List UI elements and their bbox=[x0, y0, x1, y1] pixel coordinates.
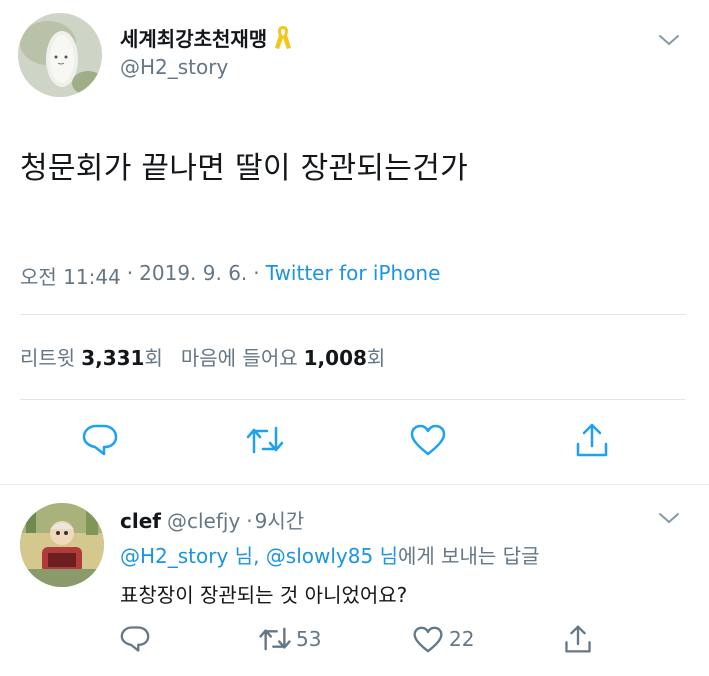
reply-time[interactable]: 9시간 bbox=[255, 505, 305, 534]
retweet-icon bbox=[246, 426, 284, 454]
reply-like-count: 22 bbox=[449, 627, 475, 651]
reply-chevron-down-icon[interactable] bbox=[654, 506, 684, 530]
divider bbox=[20, 314, 686, 315]
heart-icon bbox=[410, 424, 446, 456]
reply-icon bbox=[120, 626, 150, 652]
tweet-source[interactable]: Twitter for iPhone bbox=[266, 261, 441, 290]
reply-author-handle[interactable]: @clefjy bbox=[167, 509, 240, 533]
tweet-meta-row: 오전 11:44 · 2019. 9. 6. · Twitter for iPh… bbox=[20, 261, 440, 290]
retweets-stat[interactable]: 리트윗 3,331 회 bbox=[20, 342, 163, 371]
retweet-icon bbox=[259, 627, 291, 651]
reply-author-name[interactable]: clef bbox=[120, 509, 161, 533]
replying-to-user1[interactable]: @H2_story 님 bbox=[120, 544, 253, 568]
reply-share-button[interactable] bbox=[562, 622, 594, 656]
reply-header-row: clef @clefjy · 9시간 bbox=[120, 505, 304, 534]
tweet-author-name-row: 세계최강초천재맹 bbox=[120, 22, 293, 52]
reply-retweet-button[interactable]: 53 bbox=[258, 624, 321, 654]
share-button[interactable] bbox=[572, 420, 612, 460]
replying-to-suffix: 에게 보내는 답글 bbox=[397, 544, 540, 568]
retweet-button[interactable] bbox=[243, 420, 287, 460]
heart-icon bbox=[413, 626, 443, 652]
tweet-stats-row: 리트윗 3,331 회 마음에 들어요 1,008 회 bbox=[20, 342, 385, 371]
divider bbox=[20, 399, 686, 400]
reply-like-button[interactable]: 22 bbox=[413, 624, 474, 654]
share-icon bbox=[576, 423, 608, 457]
reply-retweet-count: 53 bbox=[296, 627, 322, 651]
separator-dot: · bbox=[253, 261, 260, 285]
reply-button[interactable] bbox=[80, 420, 120, 460]
likes-unit: 회 bbox=[366, 346, 386, 370]
retweets-label: 리트윗 bbox=[20, 346, 76, 370]
tweet-author-avatar[interactable] bbox=[18, 13, 102, 97]
like-button[interactable] bbox=[408, 420, 448, 460]
reply-author-avatar[interactable] bbox=[20, 503, 104, 587]
reply-reply-button[interactable] bbox=[118, 624, 152, 654]
share-icon bbox=[565, 625, 591, 653]
chevron-down-icon[interactable] bbox=[654, 28, 684, 52]
replying-to-line: @H2_story 님, @slowly85 님에게 보내는 답글 bbox=[120, 540, 539, 569]
comma: , bbox=[253, 544, 260, 568]
likes-stat[interactable]: 마음에 들어요 1,008 회 bbox=[181, 342, 385, 371]
tweet-author-handle[interactable]: @H2_story bbox=[120, 55, 228, 79]
tweet-author-name[interactable]: 세계최강초천재맹 bbox=[120, 23, 267, 52]
tweet-time[interactable]: 오전 11:44 bbox=[20, 261, 121, 290]
section-divider bbox=[0, 484, 709, 485]
retweets-count: 3,331 bbox=[81, 346, 145, 370]
separator-dot: · bbox=[246, 509, 253, 533]
separator-dot: · bbox=[126, 261, 134, 285]
likes-label: 마음에 들어요 bbox=[180, 346, 298, 370]
yellow-ribbon-icon bbox=[273, 24, 293, 50]
reply-icon bbox=[82, 424, 118, 456]
tweet-text: 청문회가 끝나면 딸이 장관되는건가 bbox=[20, 151, 469, 186]
tweet-date[interactable]: 2019. 9. 6. bbox=[139, 261, 247, 290]
likes-count: 1,008 bbox=[303, 346, 367, 370]
reply-text: 표창장이 장관되는 것 아니었어요? bbox=[120, 583, 408, 607]
replying-to-user2[interactable]: @slowly85 님 bbox=[266, 544, 398, 568]
retweets-unit: 회 bbox=[144, 346, 163, 370]
